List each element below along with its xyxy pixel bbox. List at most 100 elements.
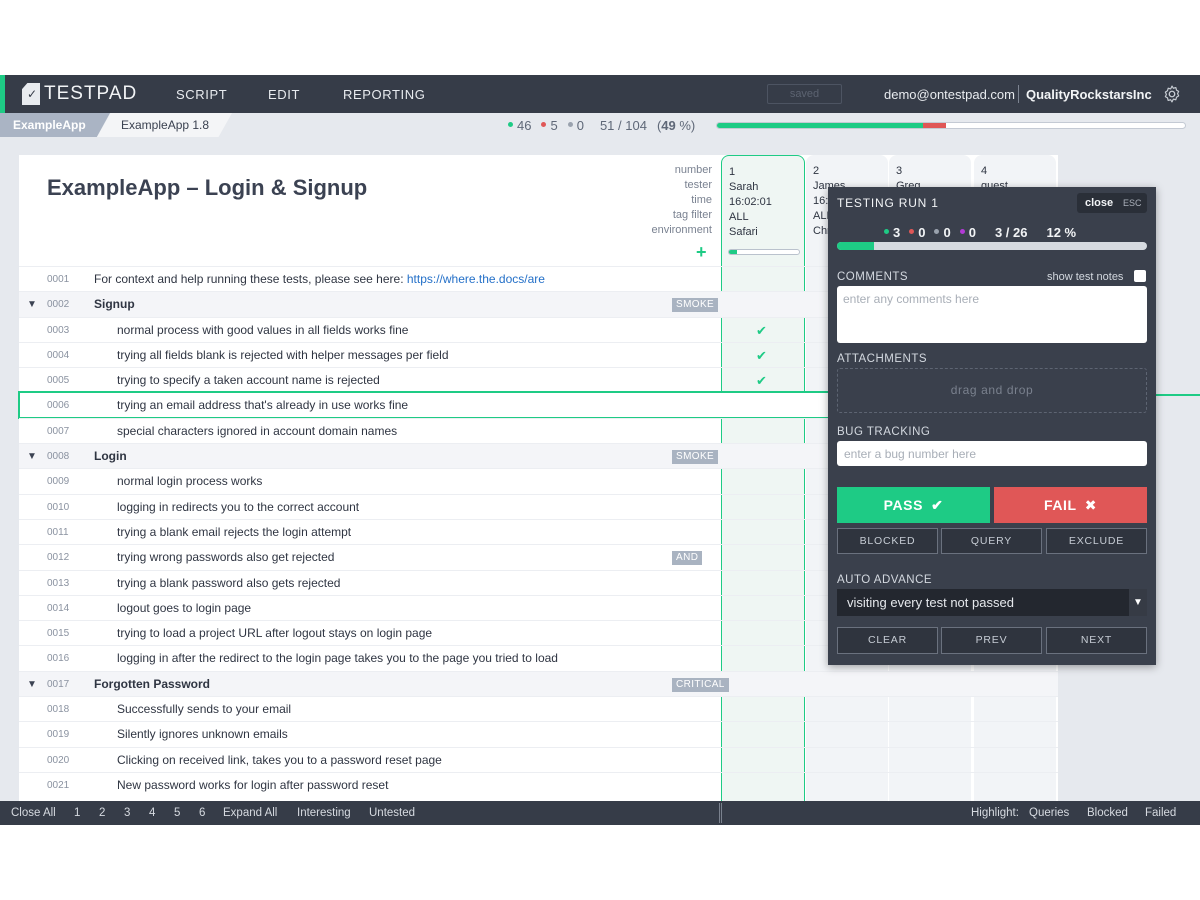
gear-icon[interactable] <box>1162 84 1182 104</box>
expand-all-button[interactable]: Expand All <box>223 807 277 819</box>
query-button[interactable]: QUERY <box>941 528 1042 554</box>
highlight-label: Highlight: <box>971 807 1019 819</box>
panel-progress-bar <box>837 242 1147 250</box>
row-text: normal login process works <box>117 474 263 489</box>
row-text: Login <box>94 449 127 464</box>
check-icon: ✔ <box>931 497 944 513</box>
level-3-button[interactable]: 3 <box>124 807 130 819</box>
test-row[interactable]: 0018 Successfully sends to your email <box>19 696 1058 721</box>
meta-label: tester <box>684 179 712 191</box>
progress-fail-fill <box>922 123 947 128</box>
run-tester: Sarah <box>729 181 759 193</box>
row-number: 0017 <box>47 678 70 690</box>
meta-label: time <box>691 194 712 206</box>
testpad-app: TESTPAD SCRIPT EDIT REPORTING saved demo… <box>0 75 1200 825</box>
run-environment: Safari <box>729 226 758 238</box>
pass-button[interactable]: PASS ✔ <box>837 487 990 523</box>
close-all-button[interactable]: Close All <box>11 807 56 819</box>
nav-script[interactable]: SCRIPT <box>176 87 227 102</box>
accent-strip <box>0 75 5 113</box>
nav-reporting[interactable]: REPORTING <box>343 87 425 102</box>
fail-button[interactable]: FAIL ✖ <box>994 487 1147 523</box>
testpad-logo[interactable]: TESTPAD <box>22 82 137 106</box>
row-number: 0008 <box>47 451 70 463</box>
pass-check-icon[interactable]: ✔ <box>756 368 767 393</box>
row-number: 0020 <box>47 754 70 766</box>
row-text: Silently ignores unknown emails <box>117 727 288 742</box>
attachment-dropzone[interactable]: drag and drop <box>837 368 1147 413</box>
auto-advance-select[interactable]: visiting every test not passed ▼ <box>837 589 1147 616</box>
pass-check-icon[interactable]: ✔ <box>756 343 767 368</box>
fail-label: FAIL <box>1043 497 1077 513</box>
collapse-triangle-icon[interactable]: ▼ <box>27 672 37 697</box>
highlight-blocked-button[interactable]: Blocked <box>1087 807 1128 819</box>
fail-dot-icon <box>909 229 915 235</box>
row-text: logout goes to login page <box>117 600 252 615</box>
panel-progress-fill <box>837 242 875 250</box>
page-title[interactable]: ExampleApp – Login & Signup <box>47 175 367 201</box>
organization-name[interactable]: QualityRockstarsInc <box>1026 87 1152 102</box>
level-6-button[interactable]: 6 <box>199 807 205 819</box>
row-number: 0015 <box>47 628 70 640</box>
collapse-triangle-icon[interactable]: ▼ <box>27 292 37 317</box>
highlight-queries-button[interactable]: Queries <box>1029 807 1069 819</box>
pass-label: PASS <box>883 497 924 513</box>
exclude-button[interactable]: EXCLUDE <box>1046 528 1147 554</box>
tag-badge: CRITICAL <box>672 677 729 692</box>
progress-pass-fill <box>717 123 923 128</box>
meta-label: tag filter <box>672 209 712 221</box>
other-dot-icon <box>934 229 940 235</box>
pass-check-icon[interactable]: ✔ <box>756 318 767 343</box>
level-4-button[interactable]: 4 <box>149 807 155 819</box>
collapse-triangle-icon[interactable]: ▼ <box>27 444 37 469</box>
row-number: 0009 <box>47 476 70 488</box>
row-number: 0007 <box>47 425 70 437</box>
interesting-button[interactable]: Interesting <box>297 807 351 819</box>
docs-link[interactable]: https://where.the.docs/are <box>407 272 545 286</box>
pass-dot-icon <box>508 122 513 128</box>
run-number: 2 <box>813 165 820 177</box>
prev-button[interactable]: PREV <box>941 627 1042 654</box>
testing-run-panel: TESTING RUN 1 close ESC 3 0 0 0 3 / 26 1… <box>828 187 1156 665</box>
row-number: 0019 <box>47 729 70 741</box>
query-dot-icon <box>959 229 965 235</box>
nav-edit[interactable]: EDIT <box>268 87 300 102</box>
auto-advance-value: visiting every test not passed <box>847 595 1014 610</box>
row-text: trying a blank password also gets reject… <box>117 575 341 590</box>
blocked-button[interactable]: BLOCKED <box>837 528 938 554</box>
next-button[interactable]: NEXT <box>1046 627 1147 654</box>
bug-number-input[interactable] <box>837 441 1147 466</box>
row-text: Successfully sends to your email <box>117 702 292 717</box>
row-text: Signup <box>94 297 135 312</box>
run-number: 4 <box>981 165 988 177</box>
test-row[interactable]: 0020 Clicking on received link, takes you… <box>19 746 1058 772</box>
column-splitter[interactable] <box>719 803 722 823</box>
highlight-failed-button[interactable]: Failed <box>1145 807 1176 819</box>
test-row[interactable]: 0021 New password works for login after p… <box>19 771 1058 797</box>
row-text: trying to load a project URL after logou… <box>117 626 433 641</box>
row-text: logging in after the redirect to the log… <box>117 651 558 666</box>
untested-button[interactable]: Untested <box>369 807 415 819</box>
comments-input[interactable] <box>837 286 1147 343</box>
row-text: trying an email address that's already i… <box>117 398 409 413</box>
row-text: trying all fields blank is rejected with… <box>117 347 449 362</box>
test-row[interactable]: 0019 Silently ignores unknown emails <box>19 721 1058 746</box>
bug-tracking-label: BUG TRACKING <box>837 426 931 438</box>
show-test-notes-checkbox[interactable] <box>1134 270 1146 282</box>
dropdown-arrow-icon: ▼ <box>1129 589 1147 616</box>
breadcrumb-project[interactable]: ExampleApp <box>0 113 110 137</box>
level-5-button[interactable]: 5 <box>174 807 180 819</box>
test-group-row[interactable]: ▼ 0017 Forgotten Password CRITICAL <box>19 670 1058 697</box>
level-1-button[interactable]: 1 <box>74 807 80 819</box>
clear-button[interactable]: CLEAR <box>837 627 938 654</box>
close-button[interactable]: close ESC <box>1077 193 1147 213</box>
logo-text: TESTPAD <box>44 83 138 104</box>
breadcrumb: ExampleApp ExampleApp 1.8 46 5 0 51 / 10… <box>0 113 1200 137</box>
breadcrumb-folder[interactable]: ExampleApp 1.8 <box>97 113 232 137</box>
level-2-button[interactable]: 2 <box>99 807 105 819</box>
bottom-toolbar: Close All 1 2 3 4 5 6 Expand All Interes… <box>0 801 1200 825</box>
row-text: trying a blank email rejects the login a… <box>117 524 352 539</box>
add-run-button[interactable]: + <box>696 242 707 263</box>
user-email[interactable]: demo@ontestpad.com <box>884 87 1015 102</box>
overall-progress-bar <box>716 122 1186 129</box>
